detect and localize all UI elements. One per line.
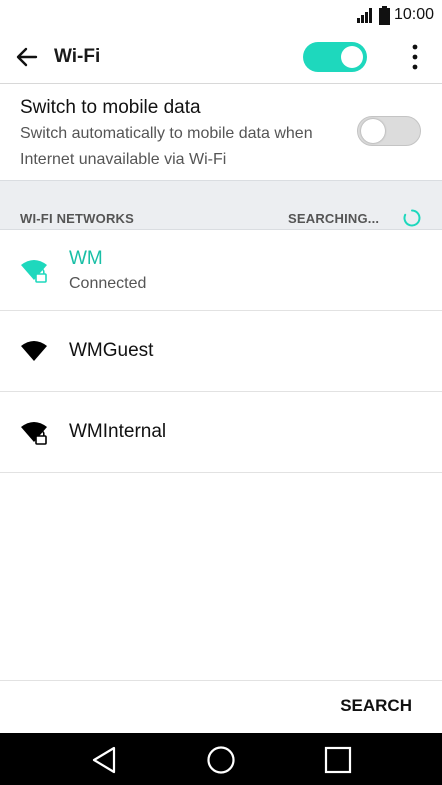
more-vertical-icon [412, 44, 418, 70]
search-button[interactable]: SEARCH [340, 696, 412, 716]
network-item-wmguest[interactable]: WMGuest [0, 311, 442, 392]
nav-recents-icon [324, 746, 352, 774]
overflow-menu-button[interactable] [404, 42, 426, 72]
wifi-locked-icon [21, 422, 47, 445]
mobile-data-setting[interactable]: Switch to mobile data Switch automatical… [0, 84, 442, 180]
page-title: Wi-Fi [54, 46, 101, 67]
navigation-bar [0, 733, 442, 785]
loading-spinner-icon [403, 209, 421, 227]
mobile-data-subtitle: Switch automatically to mobile data when… [20, 125, 313, 168]
network-item-wminternal[interactable]: WMInternal [0, 392, 442, 473]
network-item-wm[interactable]: WM Connected [0, 230, 442, 311]
wifi-icon [21, 341, 47, 361]
nav-home-button[interactable] [203, 742, 239, 778]
wifi-master-toggle[interactable] [303, 42, 367, 72]
section-title: WI-FI NETWORKS [20, 211, 135, 226]
arrow-back-icon [16, 47, 38, 67]
mobile-data-title: Switch to mobile data [20, 97, 201, 118]
bottom-action-bar: SEARCH [0, 680, 442, 734]
app-bar: Wi-Fi [0, 30, 442, 84]
wifi-locked-connected-icon [21, 260, 47, 283]
status-icons: 10:00 [356, 5, 434, 25]
toggle-knob [361, 119, 385, 143]
status-time: 10:00 [393, 6, 434, 23]
nav-back-button[interactable] [86, 742, 122, 778]
network-list: WM Connected WMGuest WMInternal [0, 230, 442, 473]
mobile-data-toggle[interactable] [357, 116, 421, 146]
nav-home-icon [207, 746, 235, 774]
nav-back-icon [92, 746, 116, 774]
nav-recents-button[interactable] [320, 742, 356, 778]
back-button[interactable] [12, 42, 42, 72]
status-bar: 10:00 [0, 0, 442, 30]
battery-icon [378, 5, 390, 25]
search-status: SEARCHING... [288, 211, 380, 226]
toggle-knob [341, 46, 363, 68]
network-name: WMGuest [69, 340, 154, 361]
network-name: WMInternal [69, 421, 167, 442]
networks-section-header: WI-FI NETWORKS SEARCHING... [0, 180, 442, 230]
signal-bars-icon [356, 8, 372, 23]
network-name: WM [69, 248, 103, 269]
network-status: Connected [69, 275, 147, 292]
